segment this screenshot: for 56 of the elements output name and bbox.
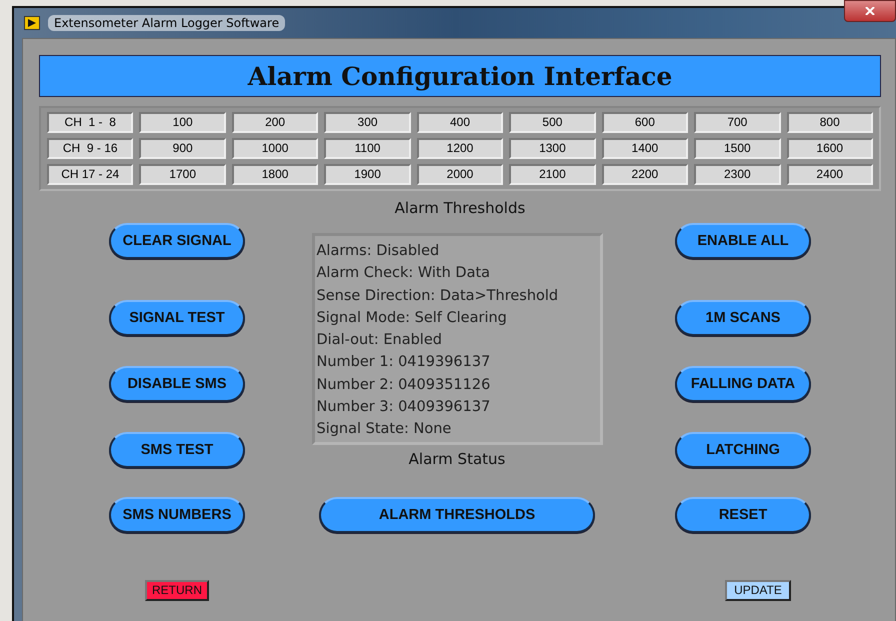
update-button[interactable]: UPDATE	[725, 580, 791, 600]
channel-label: CH 1 - 8	[47, 112, 134, 133]
window-title: Extensometer Alarm Logger Software	[48, 15, 286, 31]
close-icon	[865, 7, 875, 15]
threshold-field[interactable]: 100	[139, 112, 226, 133]
threshold-field[interactable]: 1800	[232, 164, 318, 185]
alarm-thresholds-button[interactable]: ALARM THRESHOLDS	[319, 497, 595, 533]
threshold-field[interactable]: 900	[139, 138, 226, 159]
return-button[interactable]: RETURN	[145, 580, 209, 600]
threshold-field[interactable]: 1100	[324, 138, 411, 159]
threshold-field[interactable]: 200	[232, 112, 318, 133]
action-button[interactable]: DISABLE SMS	[109, 366, 245, 402]
threshold-field[interactable]: 500	[509, 112, 596, 133]
section-caption: Alarm Thresholds	[394, 199, 526, 217]
threshold-field[interactable]: 1500	[694, 138, 781, 159]
threshold-field[interactable]: 1000	[232, 138, 318, 159]
threshold-field[interactable]: 800	[786, 112, 873, 133]
threshold-field[interactable]: 2400	[786, 164, 873, 185]
status-line: Dial-out: Enabled	[316, 331, 443, 350]
action-button[interactable]: FALLING DATA	[675, 366, 811, 402]
threshold-field[interactable]: 1700	[139, 164, 226, 185]
threshold-field[interactable]: 2000	[416, 164, 504, 185]
threshold-field[interactable]: 600	[602, 112, 688, 133]
status-line: Alarm Check: With Data	[316, 264, 492, 284]
action-button[interactable]: SMS NUMBERS	[109, 497, 245, 533]
threshold-field[interactable]: 2100	[509, 164, 596, 185]
section-caption: Alarm Status	[408, 450, 506, 468]
status-line: Signal State: None	[316, 420, 452, 440]
status-line: Number 2: 0409351126	[316, 376, 492, 395]
action-button[interactable]: SMS TEST	[109, 432, 245, 468]
threshold-field[interactable]: 400	[416, 112, 504, 133]
action-button[interactable]: CLEAR SIGNAL	[109, 223, 245, 259]
app-icon	[24, 16, 40, 30]
threshold-field[interactable]: 1900	[324, 164, 411, 185]
channel-label: CH 9 - 16	[47, 138, 134, 159]
status-line: Sense Direction: Data>Threshold	[316, 286, 560, 306]
status-line: Number 1: 0419396137	[316, 353, 492, 372]
threshold-field[interactable]: 1400	[602, 138, 688, 159]
threshold-field[interactable]: 1200	[416, 138, 504, 159]
action-button[interactable]: LATCHING	[675, 432, 811, 468]
close-button[interactable]	[844, 0, 896, 22]
action-button[interactable]: ENABLE ALL	[675, 223, 811, 259]
threshold-field[interactable]: 700	[694, 112, 781, 133]
threshold-field[interactable]: 1600	[786, 138, 873, 159]
action-button[interactable]: RESET	[675, 497, 811, 533]
action-button[interactable]: SIGNAL TEST	[109, 300, 245, 336]
header-banner: Alarm Configuration Interface	[39, 55, 881, 97]
threshold-field[interactable]: 2200	[602, 164, 688, 185]
status-line: Alarms: Disabled	[316, 242, 440, 261]
status-line: Signal Mode: Self Clearing	[316, 308, 508, 328]
threshold-field[interactable]: 1300	[509, 138, 596, 159]
threshold-field[interactable]: 300	[324, 112, 411, 133]
status-line: Number 3: 0409396137	[316, 398, 492, 418]
action-button[interactable]: 1M SCANS	[675, 300, 811, 336]
channel-label: CH 17 - 24	[47, 164, 134, 185]
threshold-field[interactable]: 2300	[694, 164, 781, 185]
